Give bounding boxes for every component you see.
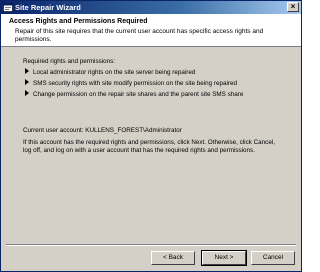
page-description: Repair of this site requires that the cu… xyxy=(15,28,264,43)
cancel-button[interactable]: Cancel xyxy=(251,251,295,265)
requirement-label: Local administrator rights on the site s… xyxy=(33,69,196,76)
current-account: Current user account: KULLENS_FOREST\Adm… xyxy=(23,127,182,134)
title-bar[interactable]: Site Repair Wizard × xyxy=(1,1,301,14)
page-title: Access Rights and Permissions Required xyxy=(9,18,148,25)
requirement-item: Change permission on the repair site sha… xyxy=(25,90,244,99)
back-button[interactable]: < Back xyxy=(151,251,195,265)
wizard-icon xyxy=(3,3,13,12)
instructions-text: If this account has the required rights … xyxy=(23,139,275,154)
window-title: Site Repair Wizard xyxy=(15,3,81,12)
close-button[interactable]: × xyxy=(287,2,299,12)
requirements-heading: Required rights and permissions: xyxy=(23,58,116,65)
requirement-label: SMS security rights with site modify per… xyxy=(33,80,238,87)
requirement-item: SMS security rights with site modify per… xyxy=(25,79,238,88)
wizard-window: Site Repair Wizard × Access Rights and P… xyxy=(0,0,302,272)
arrow-right-icon xyxy=(25,68,29,75)
arrow-right-icon xyxy=(25,90,29,97)
wizard-header: Access Rights and Permissions Required R… xyxy=(1,14,301,47)
requirement-label: Change permission on the repair site sha… xyxy=(33,91,244,98)
next-button[interactable]: Next > xyxy=(201,250,247,266)
footer-divider xyxy=(6,244,296,246)
arrow-right-icon xyxy=(25,79,29,86)
requirement-item: Local administrator rights on the site s… xyxy=(25,68,196,77)
